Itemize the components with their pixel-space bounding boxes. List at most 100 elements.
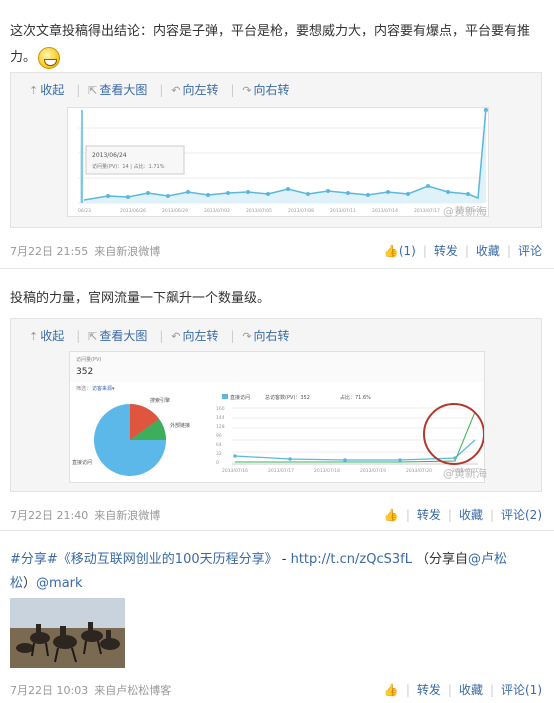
share-title-link[interactable]: 《移动互联网创业的100天历程分享》 — [58, 552, 278, 567]
axis-tick-label: 144 — [216, 415, 225, 421]
short-url-link[interactable]: http://t.cn/zQcS3fL — [291, 552, 412, 567]
pv-trend-chart-image[interactable]: 2013/06/24 访问量(PV)：14 | 占比：1.71% 06/23 20… — [67, 107, 489, 217]
feed-divider — [0, 268, 554, 269]
hashtag-link[interactable]: #分享# — [10, 552, 58, 567]
axis-tick-label: 64 — [216, 442, 222, 448]
tooltip-date: 2013/06/24 — [92, 152, 127, 159]
forward-button[interactable]: 转发 — [417, 506, 441, 523]
axis-tick-label: 128 — [216, 424, 225, 430]
favorite-button[interactable]: 收藏 — [459, 506, 483, 523]
forward-button[interactable]: 转发 — [417, 681, 441, 698]
post-text: #分享#《移动互联网创业的100天历程分享》 - http://t.cn/zQc… — [10, 548, 540, 596]
image-watermark: @黄新海 — [443, 205, 487, 218]
post-meta: 7月22日 10:03 来自卢松松博客 — [10, 682, 171, 698]
grin-emoji-icon — [38, 46, 61, 69]
post-meta: 7月22日 21:55 来自新浪微博 — [10, 243, 160, 259]
thumbs-up-icon: 👍 — [383, 508, 399, 522]
post-time[interactable]: 7月22日 10:03 — [10, 684, 88, 697]
external-link-icon: ⇱ — [88, 330, 98, 343]
stat-value: 352 — [76, 367, 93, 377]
post-meta: 7月22日 21:40 来自新浪微博 — [10, 507, 160, 523]
axis-tick-label: 2013/07/17 — [414, 208, 440, 214]
rotate-left-button[interactable]: ↶ 向左转 — [171, 327, 222, 344]
highlight-circle — [423, 403, 485, 465]
x-axis-ticks: 06/23 2013/06/26 2013/06/29 2013/07/02 2013/… — [78, 208, 482, 214]
post-source[interactable]: 来自卢松松博客 — [94, 684, 171, 697]
image-viewer: ⇡ 收起 | ⇱ 查看大图 | ↶ 向左转 | ↷ 向右转 2013/06/24… — [10, 72, 542, 228]
mention-link[interactable]: @mark — [36, 576, 83, 591]
axis-tick-label: 2013/07/16 — [222, 468, 248, 474]
legend-item: 总访客数(PV)：352 — [265, 394, 310, 401]
axis-tick-label: 2013/06/29 — [162, 208, 188, 214]
axis-tick-label: 32 — [216, 451, 222, 457]
source-pie: 搜索引擎 外部链接 直接访问 — [72, 397, 190, 476]
view-large-label: 查看大图 — [99, 329, 148, 343]
filter-value: 访客来源▾ — [92, 385, 115, 392]
forward-button[interactable]: 转发 — [434, 242, 458, 259]
share-from-text: （分享自 — [415, 552, 468, 567]
post-text: 投稿的力量，官网流量一下飙升一个数量级。 — [10, 291, 271, 306]
mention-link-cont[interactable]: 松 — [10, 576, 23, 591]
axis-tick-label: 160 — [216, 406, 225, 412]
post-source[interactable]: 来自新浪微博 — [94, 509, 160, 522]
image-toolbar: ⇡ 收起 | ⇱ 查看大图 | ↶ 向左转 | ↷ 向右转 — [29, 327, 298, 347]
collapse-label: 收起 — [40, 329, 65, 343]
post-text: 这次文章投稿得出结论：内容是子弹，平台是枪，要想威力大，内容要有爆点，平台要有推… — [10, 20, 540, 70]
comment-button[interactable]: 评论 — [518, 242, 542, 259]
collapse-button[interactable]: ⇡ 收起 — [29, 81, 68, 98]
like-button[interactable]: 👍 — [384, 508, 399, 522]
traffic-stats-image[interactable]: 访问量(PV) 352 筛选： 访客来源▾ 搜索引擎 外部链接 直接访问 直接访… — [69, 351, 485, 483]
rotate-right-label: 向右转 — [253, 329, 290, 343]
post-time[interactable]: 7月22日 21:40 — [10, 509, 88, 522]
favorite-button[interactable]: 收藏 — [459, 681, 483, 698]
pie-label: 外部链接 — [170, 422, 190, 429]
feed-item-2: 投稿的力量，官网流量一下飙升一个数量级。 ⇡ 收起 | ⇱ 查看大图 | ↶ 向左转 | ↷… — [0, 270, 554, 528]
thumbs-up-icon: 👍 — [383, 683, 399, 697]
mention-link[interactable]: @卢松 — [468, 552, 507, 567]
pv-line-chart: 直接访问 总访客数(PV)：352 占比：71.6% 160 144 128 96 64… — [216, 394, 485, 474]
legend-item: 占比：71.6% — [340, 394, 371, 401]
legend-item: 直接访问 — [230, 394, 250, 401]
post-actions: 👍(1) | 转发 | 收藏 | 评论 — [383, 242, 542, 259]
axis-tick-label: 2013/07/08 — [288, 208, 314, 214]
image-watermark: @黄新海 — [443, 467, 487, 480]
axis-tick-label: 2013/07/18 — [314, 468, 340, 474]
rotate-right-button[interactable]: ↷ 向右转 — [242, 327, 293, 344]
like-button[interactable]: 👍(1) — [384, 244, 416, 258]
image-toolbar: ⇡ 收起 | ⇱ 查看大图 | ↶ 向左转 | ↷ 向右转 — [29, 81, 298, 101]
like-button[interactable]: 👍 — [384, 683, 399, 697]
rotate-left-label: 向左转 — [182, 329, 219, 343]
rotate-right-icon: ↷ — [242, 84, 252, 97]
tooltip-text: 访问量(PV)：14 | 占比：1.71% — [92, 163, 165, 170]
comment-button[interactable]: 评论(1) — [501, 681, 542, 698]
rotate-left-button[interactable]: ↶ 向左转 — [171, 81, 222, 98]
post-actions: 👍 | 转发 | 收藏 | 评论(2) — [383, 506, 542, 523]
external-link-icon: ⇱ — [88, 84, 98, 97]
axis-tick-label: 2013/07/20 — [406, 468, 432, 474]
collapse-button[interactable]: ⇡ 收起 — [29, 327, 68, 344]
cavalry-photo — [10, 598, 125, 668]
axis-tick-label: 2013/07/11 — [330, 208, 356, 214]
pie-label: 搜索引擎 — [150, 397, 170, 404]
stat-label: 访问量(PV) — [76, 356, 101, 363]
view-large-label: 查看大图 — [99, 83, 148, 97]
axis-tick-label: 2013/07/17 — [268, 468, 294, 474]
axis-tick-label: 2013/07/19 — [360, 468, 386, 474]
comment-button[interactable]: 评论(2) — [501, 506, 542, 523]
like-count: (1) — [398, 244, 416, 258]
view-large-button[interactable]: ⇱ 查看大图 — [88, 81, 151, 98]
post-source[interactable]: 来自新浪微博 — [94, 245, 160, 258]
axis-tick-label: 2013/07/02 — [204, 208, 230, 214]
feed-item-1: 这次文章投稿得出结论：内容是子弹，平台是枪，要想威力大，内容要有爆点，平台要有推… — [0, 0, 554, 262]
dash: - — [277, 552, 291, 567]
arrow-up-icon: ⇡ — [29, 330, 39, 343]
rotate-right-button[interactable]: ↷ 向右转 — [242, 81, 293, 98]
post-time[interactable]: 7月22日 21:55 — [10, 245, 88, 258]
post-thumbnail-image[interactable] — [10, 598, 125, 668]
close-paren: ） — [23, 576, 37, 591]
view-large-button[interactable]: ⇱ 查看大图 — [88, 327, 151, 344]
pv-trend-chart: 2013/06/24 访问量(PV)：14 | 占比：1.71% 06/23 20… — [78, 107, 488, 214]
post-actions: 👍 | 转发 | 收藏 | 评论(1) — [383, 681, 542, 698]
axis-tick-label: 2013/07/05 — [246, 208, 272, 214]
favorite-button[interactable]: 收藏 — [476, 242, 500, 259]
